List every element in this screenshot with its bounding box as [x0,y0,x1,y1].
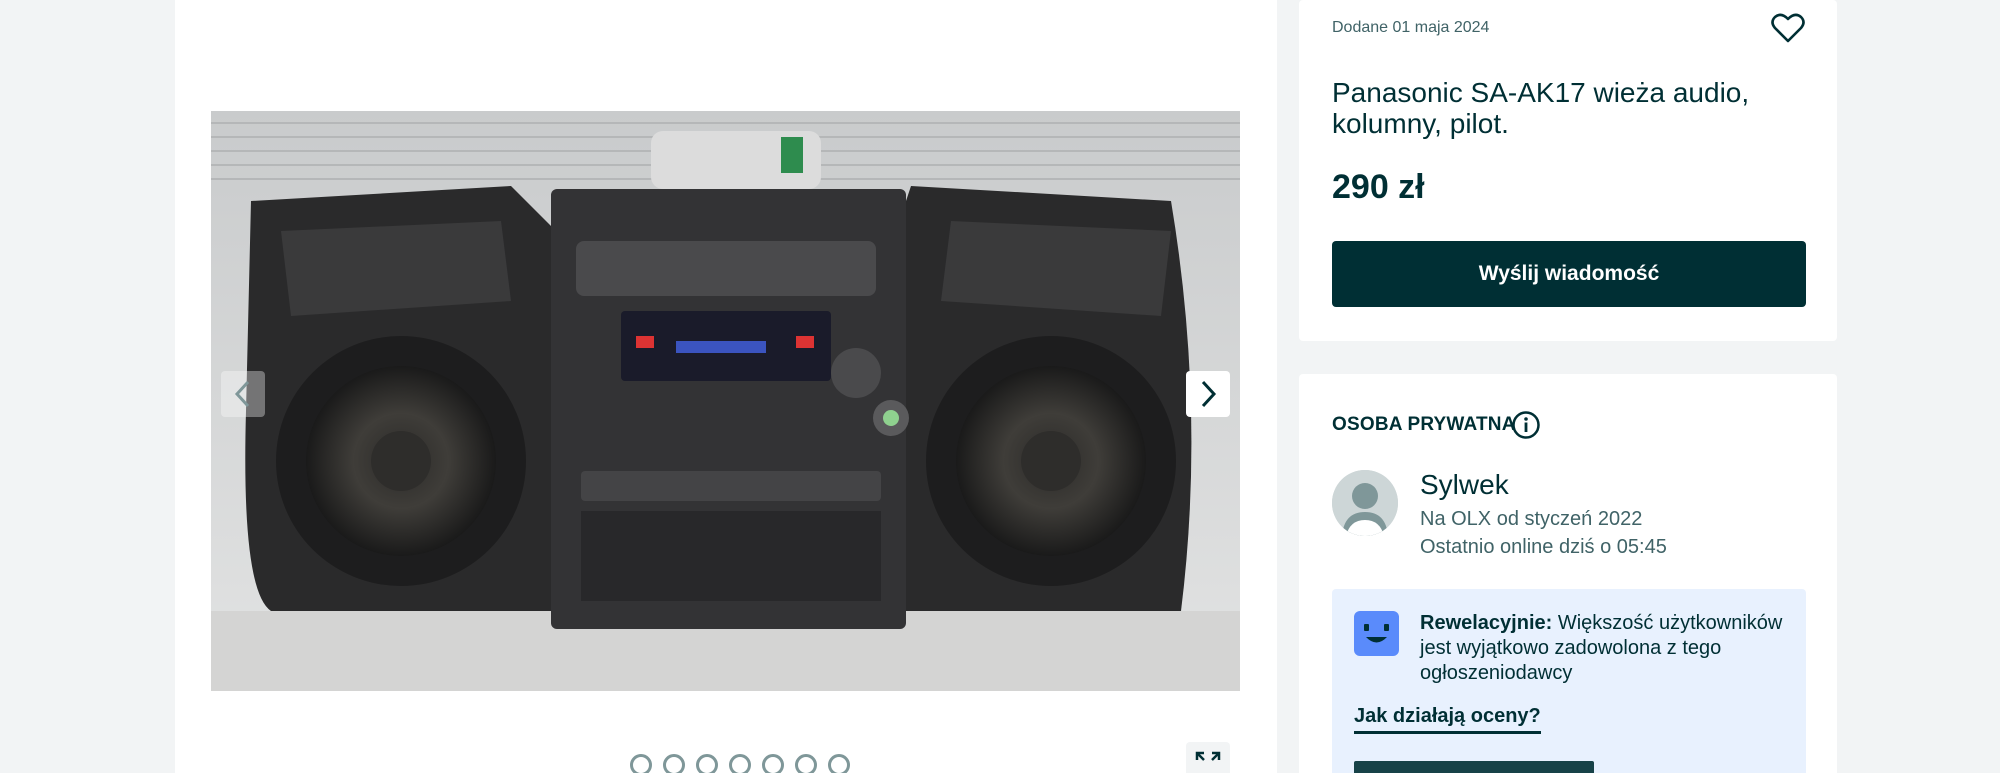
seller-card: OSOBA PRYWATNA Sylwek Na OLX od styczeń … [1299,374,1837,773]
rating-description: Rewelacyjnie: Większość użytkowników jes… [1420,611,1790,686]
user-avatar-icon [1332,470,1398,536]
seller-last-online: Ostatnio online dziś o 05:45 [1420,536,1667,558]
next-photo-button[interactable] [1186,371,1230,417]
heart-icon[interactable] [1771,11,1805,45]
rating-title: Rewelacyjnie: [1420,612,1553,634]
avatar [1332,470,1398,536]
seller-type-label: OSOBA PRYWATNA [1332,414,1516,435]
fullscreen-button[interactable] [1186,742,1230,773]
expand-icon [1195,751,1221,761]
ad-summary-card: Dodane 01 maja 2024 Panasonic SA-AK17 wi… [1299,0,1837,341]
photo-dot[interactable] [696,754,718,773]
product-photo[interactable] [211,111,1240,691]
smiley-icon [1354,611,1399,656]
ad-price: 290 zł [1332,168,1425,206]
send-message-button[interactable]: Wyślij wiadomość [1332,241,1806,307]
seller-member-since: Na OLX od styczeń 2022 [1420,508,1643,530]
photo-dot[interactable] [762,754,784,773]
chevron-left-icon [234,380,250,408]
seller-name[interactable]: Sylwek [1420,469,1509,501]
photo-dot[interactable] [729,754,751,773]
ad-title: Panasonic SA-AK17 wieża audio, kolumny, … [1332,77,1750,139]
gallery-panel [175,0,1277,773]
added-date: Dodane 01 maja 2024 [1332,19,1490,36]
how-ratings-work-link[interactable]: Jak działają oceny? [1354,705,1541,734]
product-photo-image [211,111,1240,691]
chevron-right-icon [1201,380,1217,408]
rating-box: Rewelacyjnie: Większość użytkowników jes… [1332,589,1806,773]
info-icon[interactable] [1511,410,1541,440]
photo-pagination [630,754,850,773]
photo-dot[interactable] [828,754,850,773]
photo-dot[interactable] [663,754,685,773]
photo-dot[interactable] [630,754,652,773]
photo-dot[interactable] [795,754,817,773]
previous-photo-button[interactable] [221,371,265,417]
rating-more-cutoff [1354,761,1594,773]
